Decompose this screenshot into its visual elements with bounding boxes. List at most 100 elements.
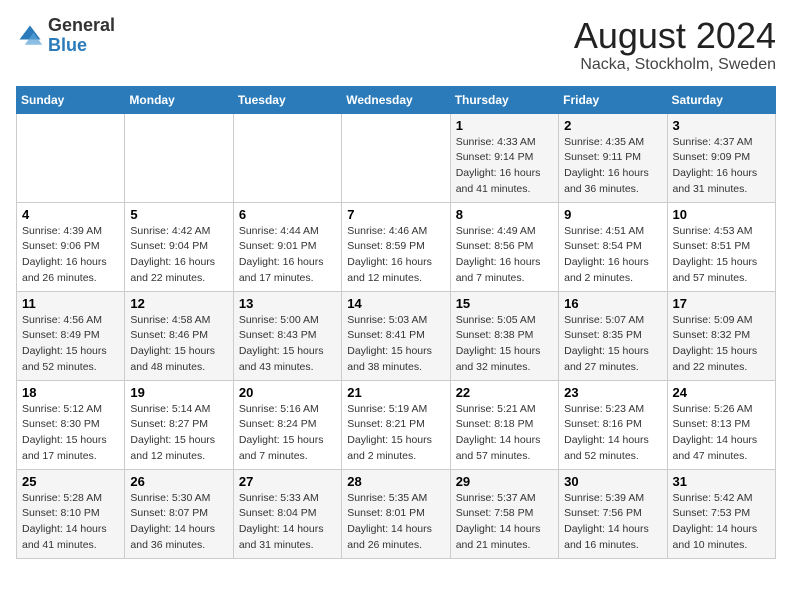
page-header: General Blue August 2024 Nacka, Stockhol…	[16, 16, 776, 74]
weekday-header-tuesday: Tuesday	[233, 86, 341, 113]
calendar-cell: 23 Sunrise: 5:23 AMSunset: 8:16 PMDayligh…	[559, 380, 667, 469]
day-number: 3	[673, 118, 770, 133]
weekday-header-saturday: Saturday	[667, 86, 775, 113]
logo: General Blue	[16, 16, 115, 56]
calendar-cell: 21 Sunrise: 5:19 AMSunset: 8:21 PMDayligh…	[342, 380, 450, 469]
day-number: 24	[673, 385, 770, 400]
logo-text: General Blue	[48, 16, 115, 56]
day-info: Sunrise: 5:12 AMSunset: 8:30 PMDaylight:…	[22, 402, 119, 465]
day-number: 13	[239, 296, 336, 311]
calendar-cell: 15Sunrise: 5:05 AMSunset: 8:38 PMDayligh…	[450, 291, 558, 380]
calendar-cell: 17Sunrise: 5:09 AMSunset: 8:32 PMDayligh…	[667, 291, 775, 380]
calendar-cell: 9 Sunrise: 4:51 AMSunset: 8:54 PMDaylight…	[559, 202, 667, 291]
calendar-cell: 16 Sunrise: 5:07 AMSunset: 8:35 PMDayligh…	[559, 291, 667, 380]
day-number: 9	[564, 207, 661, 222]
calendar-cell: 14 Sunrise: 5:03 AMSunset: 8:41 PMDayligh…	[342, 291, 450, 380]
calendar-cell: 29 Sunrise: 5:37 AMSunset: 7:58 PMDayligh…	[450, 469, 558, 558]
calendar-cell: 27Sunrise: 5:33 AMSunset: 8:04 PMDayligh…	[233, 469, 341, 558]
calendar-cell: 30 Sunrise: 5:39 AMSunset: 7:56 PMDayligh…	[559, 469, 667, 558]
day-info: Sunrise: 5:16 AMSunset: 8:24 PMDaylight:…	[239, 402, 336, 465]
calendar-cell: 6 Sunrise: 4:44 AMSunset: 9:01 PMDaylight…	[233, 202, 341, 291]
day-number: 8	[456, 207, 553, 222]
day-info: Sunrise: 4:49 AMSunset: 8:56 PMDaylight:…	[456, 224, 553, 287]
calendar-table: SundayMondayTuesdayWednesdayThursdayFrid…	[16, 86, 776, 559]
calendar-cell: 25 Sunrise: 5:28 AMSunset: 8:10 PMDayligh…	[17, 469, 125, 558]
day-info: Sunrise: 4:53 AMSunset: 8:51 PMDaylight:…	[673, 224, 770, 287]
day-number: 28	[347, 474, 444, 489]
day-info: Sunrise: 5:03 AMSunset: 8:41 PMDaylight:…	[347, 313, 444, 376]
calendar-header: SundayMondayTuesdayWednesdayThursdayFrid…	[17, 86, 776, 113]
calendar-cell	[342, 113, 450, 202]
day-info: Sunrise: 4:51 AMSunset: 8:54 PMDaylight:…	[564, 224, 661, 287]
day-info: Sunrise: 5:19 AMSunset: 8:21 PMDaylight:…	[347, 402, 444, 465]
page-title: August 2024	[574, 16, 776, 56]
week-row-1: 1 Sunrise: 4:33 AMSunset: 9:14 PMDaylight…	[17, 113, 776, 202]
calendar-cell	[17, 113, 125, 202]
day-number: 21	[347, 385, 444, 400]
calendar-cell: 11 Sunrise: 4:56 AMSunset: 8:49 PMDayligh…	[17, 291, 125, 380]
calendar-cell	[125, 113, 233, 202]
day-number: 15	[456, 296, 553, 311]
day-info: Sunrise: 5:39 AMSunset: 7:56 PMDaylight:…	[564, 491, 661, 554]
day-number: 11	[22, 296, 119, 311]
day-info: Sunrise: 5:23 AMSunset: 8:16 PMDaylight:…	[564, 402, 661, 465]
week-row-2: 4 Sunrise: 4:39 AMSunset: 9:06 PMDaylight…	[17, 202, 776, 291]
logo-icon	[16, 22, 44, 50]
day-info: Sunrise: 4:42 AMSunset: 9:04 PMDaylight:…	[130, 224, 227, 287]
week-row-3: 11 Sunrise: 4:56 AMSunset: 8:49 PMDayligh…	[17, 291, 776, 380]
day-number: 29	[456, 474, 553, 489]
calendar-cell	[233, 113, 341, 202]
day-info: Sunrise: 4:56 AMSunset: 8:49 PMDaylight:…	[22, 313, 119, 376]
day-info: Sunrise: 5:28 AMSunset: 8:10 PMDaylight:…	[22, 491, 119, 554]
day-number: 14	[347, 296, 444, 311]
calendar-cell: 4 Sunrise: 4:39 AMSunset: 9:06 PMDaylight…	[17, 202, 125, 291]
day-info: Sunrise: 5:26 AMSunset: 8:13 PMDaylight:…	[673, 402, 770, 465]
calendar-cell: 31 Sunrise: 5:42 AMSunset: 7:53 PMDayligh…	[667, 469, 775, 558]
day-info: Sunrise: 4:37 AMSunset: 9:09 PMDaylight:…	[673, 135, 770, 198]
day-info: Sunrise: 5:00 AMSunset: 8:43 PMDaylight:…	[239, 313, 336, 376]
day-info: Sunrise: 4:39 AMSunset: 9:06 PMDaylight:…	[22, 224, 119, 287]
calendar-cell: 7Sunrise: 4:46 AMSunset: 8:59 PMDaylight…	[342, 202, 450, 291]
title-block: August 2024 Nacka, Stockholm, Sweden	[574, 16, 776, 74]
day-info: Sunrise: 5:21 AMSunset: 8:18 PMDaylight:…	[456, 402, 553, 465]
day-info: Sunrise: 4:44 AMSunset: 9:01 PMDaylight:…	[239, 224, 336, 287]
page-subtitle: Nacka, Stockholm, Sweden	[574, 56, 776, 74]
day-number: 25	[22, 474, 119, 489]
calendar-cell: 19Sunrise: 5:14 AMSunset: 8:27 PMDayligh…	[125, 380, 233, 469]
calendar-cell: 26 Sunrise: 5:30 AMSunset: 8:07 PMDayligh…	[125, 469, 233, 558]
day-number: 19	[130, 385, 227, 400]
day-number: 30	[564, 474, 661, 489]
calendar-cell: 20 Sunrise: 5:16 AMSunset: 8:24 PMDayligh…	[233, 380, 341, 469]
day-number: 5	[130, 207, 227, 222]
day-number: 23	[564, 385, 661, 400]
day-info: Sunrise: 5:07 AMSunset: 8:35 PMDaylight:…	[564, 313, 661, 376]
calendar-cell: 28 Sunrise: 5:35 AMSunset: 8:01 PMDayligh…	[342, 469, 450, 558]
day-info: Sunrise: 5:42 AMSunset: 7:53 PMDaylight:…	[673, 491, 770, 554]
weekday-header-thursday: Thursday	[450, 86, 558, 113]
calendar-body: 1 Sunrise: 4:33 AMSunset: 9:14 PMDaylight…	[17, 113, 776, 558]
calendar-cell: 2Sunrise: 4:35 AMSunset: 9:11 PMDaylight…	[559, 113, 667, 202]
day-number: 6	[239, 207, 336, 222]
calendar-cell: 5 Sunrise: 4:42 AMSunset: 9:04 PMDaylight…	[125, 202, 233, 291]
calendar-cell: 18 Sunrise: 5:12 AMSunset: 8:30 PMDayligh…	[17, 380, 125, 469]
day-number: 4	[22, 207, 119, 222]
calendar-cell: 12Sunrise: 4:58 AMSunset: 8:46 PMDayligh…	[125, 291, 233, 380]
day-number: 31	[673, 474, 770, 489]
day-info: Sunrise: 5:09 AMSunset: 8:32 PMDaylight:…	[673, 313, 770, 376]
day-info: Sunrise: 4:35 AMSunset: 9:11 PMDaylight:…	[564, 135, 661, 198]
calendar-cell: 8 Sunrise: 4:49 AMSunset: 8:56 PMDaylight…	[450, 202, 558, 291]
day-number: 20	[239, 385, 336, 400]
calendar-cell: 24 Sunrise: 5:26 AMSunset: 8:13 PMDayligh…	[667, 380, 775, 469]
day-info: Sunrise: 5:37 AMSunset: 7:58 PMDaylight:…	[456, 491, 553, 554]
day-info: Sunrise: 5:30 AMSunset: 8:07 PMDaylight:…	[130, 491, 227, 554]
calendar-cell: 3 Sunrise: 4:37 AMSunset: 9:09 PMDaylight…	[667, 113, 775, 202]
day-number: 18	[22, 385, 119, 400]
day-number: 26	[130, 474, 227, 489]
weekday-header-wednesday: Wednesday	[342, 86, 450, 113]
calendar-cell: 22Sunrise: 5:21 AMSunset: 8:18 PMDayligh…	[450, 380, 558, 469]
day-info: Sunrise: 5:33 AMSunset: 8:04 PMDaylight:…	[239, 491, 336, 554]
day-number: 16	[564, 296, 661, 311]
day-info: Sunrise: 4:33 AMSunset: 9:14 PMDaylight:…	[456, 135, 553, 198]
day-number: 1	[456, 118, 553, 133]
day-info: Sunrise: 5:35 AMSunset: 8:01 PMDaylight:…	[347, 491, 444, 554]
